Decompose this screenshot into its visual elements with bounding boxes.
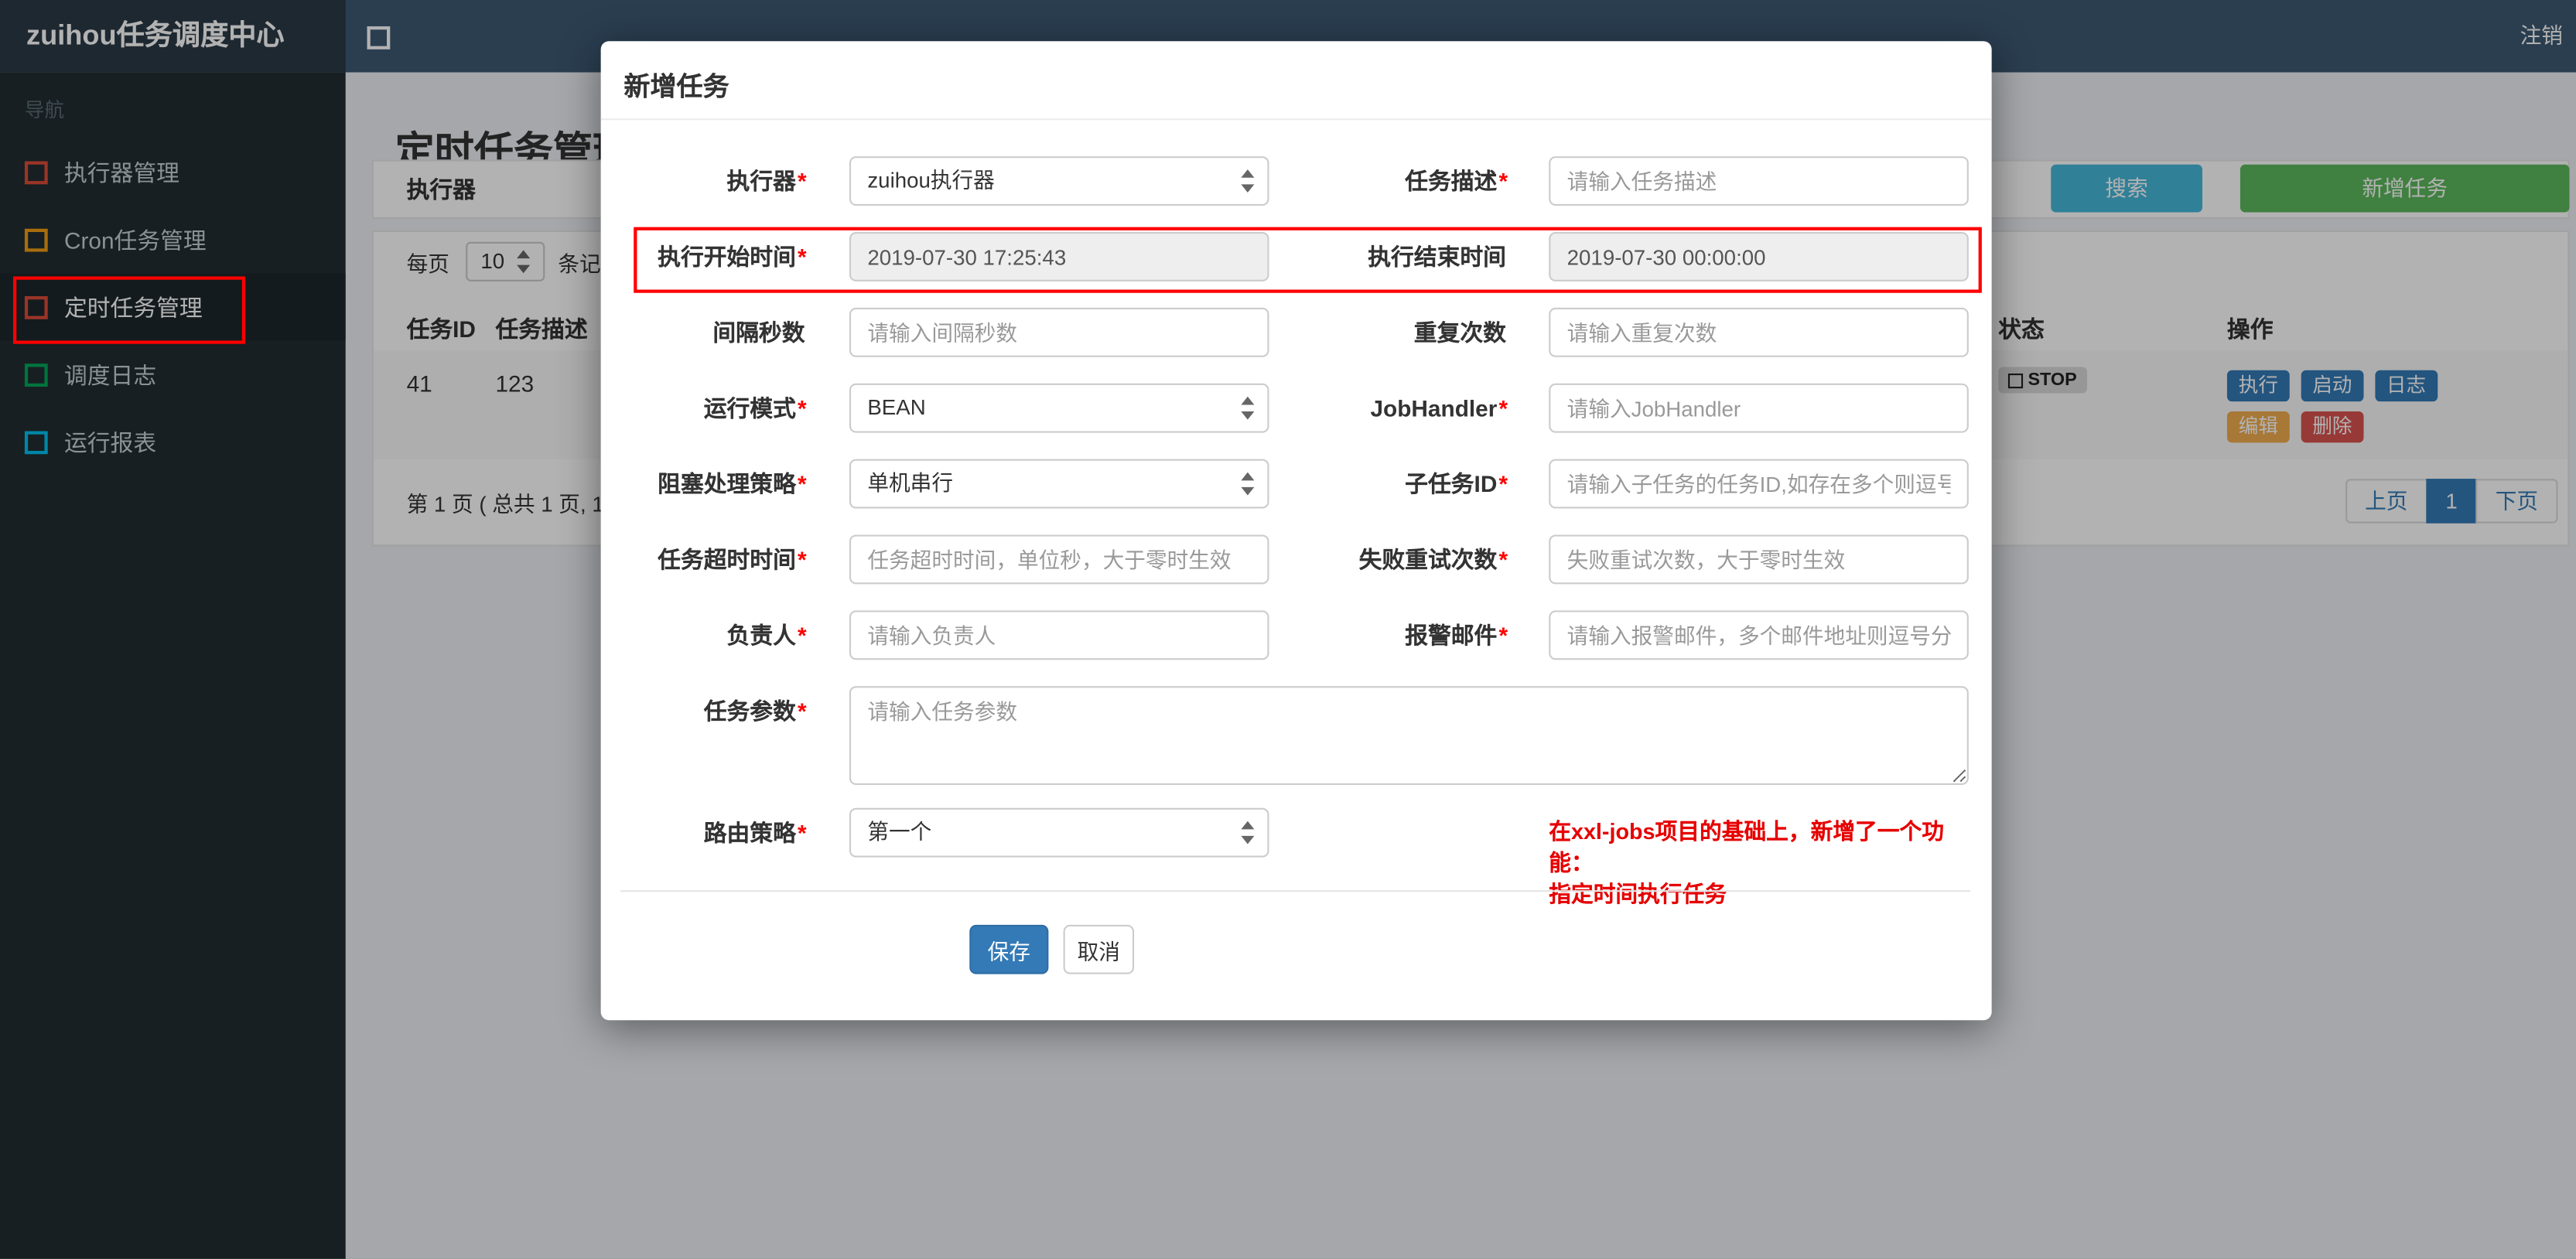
repeat-count-input[interactable] [1549, 307, 1969, 357]
select-arrows-icon [1239, 396, 1256, 420]
retry-count-label: 失败重试次数 * [1358, 546, 1508, 573]
select-value: 单机串行 [867, 470, 954, 496]
route-strategy-label: 路由策略 * [703, 819, 807, 846]
executor-select[interactable]: zuihou执行器 [849, 156, 1269, 206]
select-value: 第一个 [867, 819, 932, 844]
modal-footer-divider [620, 890, 1970, 892]
modal-title: 新增任务 [624, 73, 729, 102]
owner-input[interactable] [849, 610, 1269, 660]
modal-header: 新增任务 [600, 41, 1992, 121]
select-arrows-icon [1239, 169, 1256, 193]
form-row-route: 路由策略 * 第一个 在xxl-jobs项目的基础上，新增了一个功能： 指定时间执… [601, 807, 1992, 906]
form-row-4: 运行模式 * BEAN JobHandler * [601, 383, 1992, 433]
task-desc-label: 任务描述 * [1405, 168, 1508, 195]
block-strategy-select[interactable]: 单机串行 [849, 459, 1269, 509]
select-value: zuihou执行器 [867, 168, 995, 193]
interval-input[interactable] [849, 307, 1269, 357]
task-params-label: 任务参数 * [703, 698, 807, 725]
end-time-label: 执行结束时间 [1368, 243, 1506, 270]
app-screen: zuihou任务调度中心 注销 导航 执行器管理 Cron任务管理 定时任务管理… [0, 0, 2576, 1259]
end-time-input[interactable] [1549, 232, 1969, 281]
owner-label: 负责人 * [726, 622, 807, 649]
cancel-button[interactable]: 取消 [1063, 924, 1135, 974]
form-row-params: 任务参数 * [601, 686, 1992, 785]
select-arrows-icon [1239, 821, 1256, 844]
repeat-count-label: 重复次数 [1413, 319, 1506, 346]
child-task-label: 子任务ID * [1405, 470, 1508, 497]
retry-count-input[interactable] [1549, 534, 1969, 585]
block-strategy-label: 阻塞处理策略 * [658, 470, 807, 497]
select-arrows-icon [1239, 472, 1256, 496]
alarm-email-input[interactable] [1549, 610, 1969, 660]
select-value: BEAN [867, 394, 926, 420]
jobhandler-label: JobHandler * [1370, 394, 1508, 421]
form-row-3: 间隔秒数 重复次数 [601, 307, 1992, 357]
start-time-input[interactable] [849, 232, 1269, 281]
run-mode-label: 运行模式 * [703, 394, 807, 421]
route-strategy-select[interactable]: 第一个 [849, 807, 1269, 858]
child-task-input[interactable] [1549, 459, 1969, 509]
jobhandler-input[interactable] [1549, 383, 1969, 433]
feature-note: 在xxl-jobs项目的基础上，新增了一个功能： 指定时间执行任务 [1549, 816, 1980, 909]
form-row-5: 阻塞处理策略 * 单机串行 子任务ID * [601, 459, 1992, 509]
timeout-label: 任务超时时间 * [658, 546, 807, 573]
interval-label: 间隔秒数 [712, 319, 805, 346]
form-row-2: 执行开始时间* 执行结束时间 [601, 232, 1992, 281]
form-row-7: 负责人* 报警邮件* [601, 610, 1992, 660]
run-mode-select[interactable]: BEAN [849, 383, 1269, 433]
feature-note-line1: 在xxl-jobs项目的基础上，新增了一个功能： [1549, 819, 1944, 875]
modal-body: 执行器* zuihou执行器 任务描述* 执行开始时间* [601, 118, 1992, 906]
save-button[interactable]: 保存 [969, 924, 1049, 974]
form-row-1: 执行器 * zuihou执行器 任务描述 * [601, 156, 1992, 206]
form-row-6: 任务超时时间* 失败重试次数* [601, 534, 1992, 585]
feature-note-line2: 指定时间执行任务 [1549, 882, 1727, 907]
timeout-input[interactable] [849, 534, 1269, 585]
executor-label: 执行器 * [726, 168, 807, 195]
alarm-email-label: 报警邮件 * [1405, 622, 1508, 649]
task-desc-input[interactable] [1549, 156, 1969, 206]
task-params-textarea[interactable] [849, 686, 1969, 785]
start-time-label: 执行开始时间 * [658, 243, 807, 270]
add-task-modal: 新增任务 执行器 * zuihou执行器 任务描述 * 请输入任务描述 执行开始… [600, 41, 1992, 1021]
